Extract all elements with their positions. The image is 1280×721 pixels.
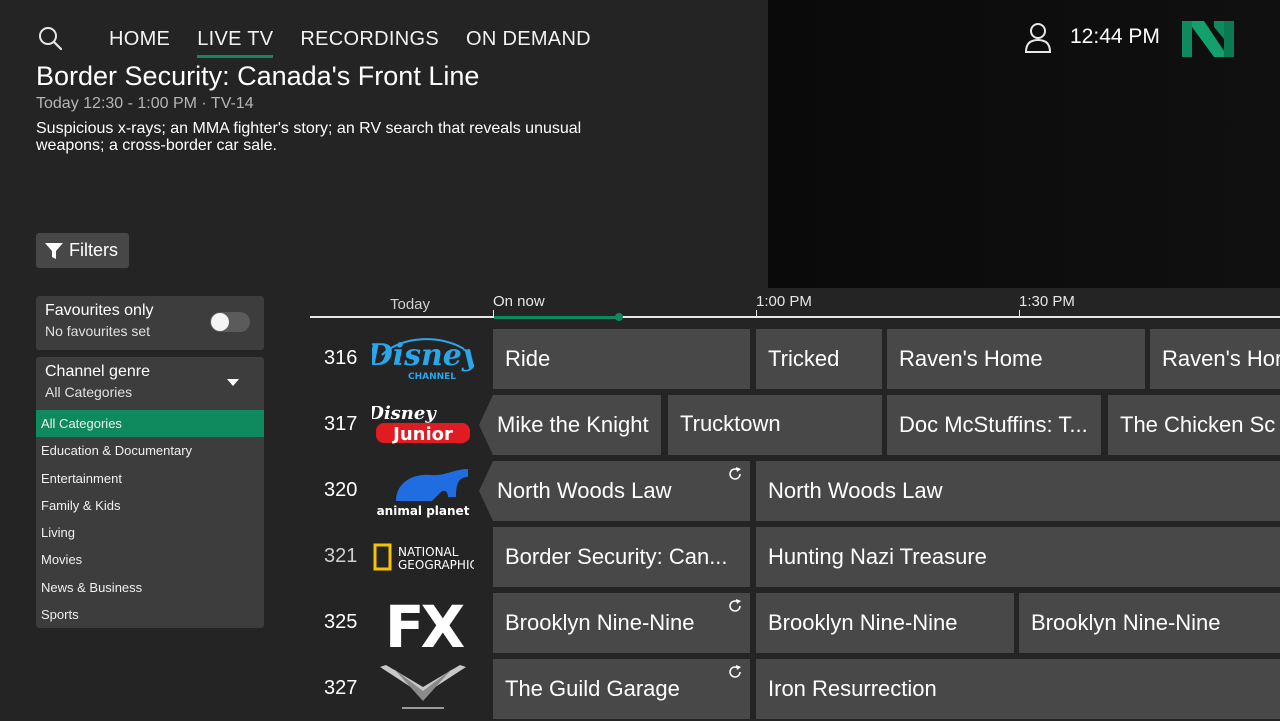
svg-text:CHANNEL: CHANNEL [408,372,456,382]
program-cell[interactable]: Brooklyn Nine-Nine [493,593,750,653]
main-nav: HOME LIVE TV RECORDINGS ON DEMAND [109,27,618,58]
brand-n-icon [1182,21,1234,57]
discovery-velocity-logo [380,665,466,709]
program-cell[interactable]: Trucktown [668,395,882,455]
disney-channel-logo: Disney CHANNEL [372,338,474,382]
channel-number: 320 [324,479,358,501]
program-cell[interactable]: North Woods Law [479,461,750,521]
timeline-time-1: 1:00 PM [756,293,812,310]
channel-number: 321 [324,545,358,567]
provider-logo [1180,17,1236,61]
favourites-toggle[interactable] [210,312,250,332]
program-cell[interactable]: Brooklyn Nine-Nine [756,593,1014,653]
search-button[interactable] [36,24,66,54]
filter-icon [45,242,63,259]
program-cell[interactable]: Doc McStuffins: T... [887,395,1101,455]
channel-row: 316 Disney CHANNEL Ride Tricked Raven's … [310,329,1280,391]
genre-selected-value: All Categories [45,384,133,400]
genre-options-list: All Categories Education & Documentary E… [36,410,264,628]
program-title: Border Security: Canada's Front Line [36,61,480,91]
caret-down-icon [227,379,239,386]
genre-option[interactable]: Entertainment [36,465,264,492]
program-title: The Guild Garage [505,676,680,701]
restart-icon[interactable] [727,664,743,680]
favourites-title: Favourites only [45,302,154,319]
program-cell[interactable]: Tricked [756,329,882,389]
timeline-today: Today [390,296,431,313]
svg-text:Disney: Disney [372,338,474,373]
channel-number: 317 [324,413,358,435]
clock: 12:44 PM [1070,25,1160,48]
program-meta: Today 12:30 - 1:00 PM · TV-14 [36,95,254,112]
program-cell[interactable]: Hunting Nazi Treasure [756,527,1280,587]
timeline-tick [1019,310,1020,318]
channel-row: 321 NATIONAL GEOGRAPHIC Border Security:… [310,527,1280,589]
genre-option[interactable]: All Categories [36,410,264,438]
program-cell[interactable]: Border Security: Can... [493,527,750,587]
restart-icon[interactable] [727,598,743,614]
filters-button[interactable]: Filters [36,233,129,268]
genre-option[interactable]: Sports [36,601,264,628]
channel-row: 327 The Guild Garage Iron Resurrection [310,659,1280,721]
nat-geo-logo-line-2: GEOGRAPHIC [398,558,474,572]
program-cell[interactable]: The Chicken Sc [1108,395,1280,455]
timeline-time-2: 1:30 PM [1019,293,1075,310]
timeline-on-now: On now [493,293,545,310]
program-cell[interactable]: North Woods Law [756,461,1280,521]
program-cell[interactable]: Brooklyn Nine-Nine [1019,593,1280,653]
program-cell[interactable]: Iron Resurrection [756,659,1280,719]
program-description: Suspicious x-rays; an MMA fighter's stor… [36,120,582,154]
timeline-tick [756,310,757,318]
user-icon [1024,23,1052,53]
nav-on-demand[interactable]: ON DEMAND [466,27,591,58]
nav-home[interactable]: HOME [109,27,170,58]
channel-number: 327 [324,677,358,699]
national-geographic-logo: NATIONAL GEOGRAPHIC [373,543,474,572]
genre-option[interactable]: Family & Kids [36,492,264,519]
fx-logo-text: FX [385,595,465,653]
svg-text:Junior: Junior [391,424,453,445]
channel-number: 325 [324,611,358,633]
toggle-knob [211,313,229,331]
genre-option[interactable]: Living [36,519,264,546]
program-cell[interactable]: Raven's Home [887,329,1145,389]
profile-button[interactable] [1024,22,1052,54]
favourites-subtitle: No favourites set [45,323,151,339]
genre-option[interactable]: Movies [36,546,264,573]
filters-label: Filters [69,240,118,260]
genre-title: Channel genre [45,363,150,380]
program-cell[interactable]: Mike the Knight [479,395,661,455]
fx-logo: FX [385,595,469,653]
channel-genre-dropdown[interactable]: Channel genre All Categories All Categor… [36,357,264,628]
now-indicator [615,313,623,321]
channel-row: 317 Disney Junior Mike the Knight Truckt… [310,395,1280,457]
svg-text:Disney: Disney [372,403,437,424]
program-cell[interactable]: Ride [493,329,750,389]
genre-option[interactable]: Education & Documentary [36,437,264,464]
favourites-toggle-row[interactable]: Favourites only No favourites set [36,296,264,350]
channel-row: 325 FX Brooklyn Nine-Nine Brooklyn Nine-… [310,593,1280,655]
disney-junior-logo: Disney Junior [372,403,470,445]
channel-number: 316 [324,347,358,369]
nav-live-tv[interactable]: LIVE TV [197,27,274,58]
program-cell[interactable]: The Guild Garage [493,659,750,719]
search-icon [39,27,63,51]
program-title: North Woods Law [497,478,672,503]
nat-geo-logo-line-1: NATIONAL [398,545,459,559]
restart-icon[interactable] [727,466,743,482]
animal-planet-logo-text: animal planet [377,504,470,518]
program-cell[interactable]: Raven's Hor [1150,329,1280,389]
channel-row: 320 animal planet North Woods Law North … [310,461,1280,523]
program-title: Brooklyn Nine-Nine [505,610,695,635]
nav-recordings[interactable]: RECORDINGS [300,27,439,58]
animal-planet-logo: animal planet [377,469,470,518]
timeline-axis [310,316,1280,318]
genre-option[interactable]: News & Business [36,574,264,601]
now-progress-bar [494,316,619,319]
